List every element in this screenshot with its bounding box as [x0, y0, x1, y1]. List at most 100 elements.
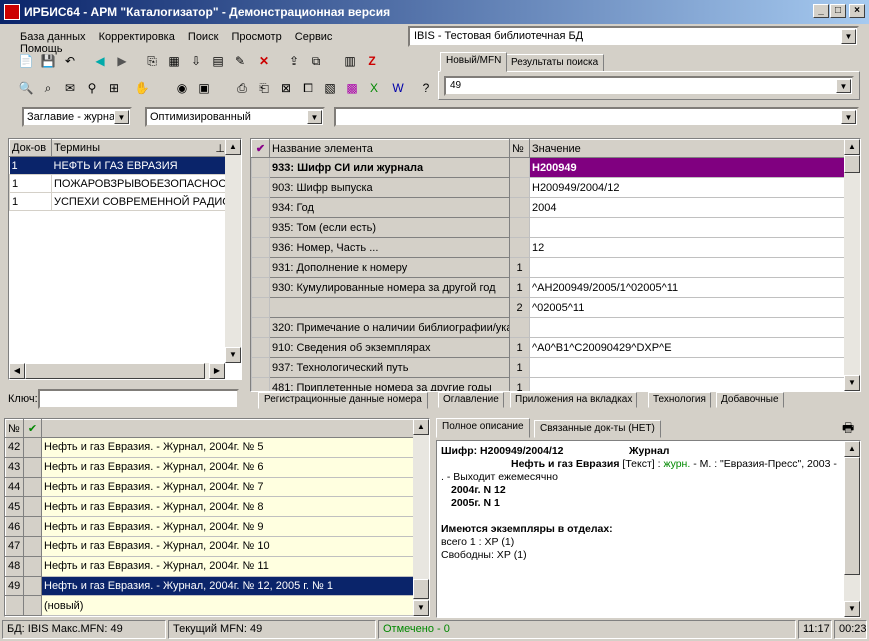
tab-search-results[interactable]: Результаты поиска	[505, 54, 605, 72]
search-query-select[interactable]: ▼	[334, 107, 859, 127]
record-mark[interactable]	[23, 535, 42, 557]
field-value[interactable]: ^02005^11	[529, 297, 845, 318]
delete-icon[interactable]: ✕	[254, 51, 274, 71]
scroll-thumb[interactable]	[413, 579, 429, 599]
forward-arrow-icon[interactable]: ▶	[112, 51, 132, 71]
help-icon[interactable]: ?	[416, 78, 436, 98]
menu-database[interactable]: База данных	[20, 31, 86, 43]
list-item[interactable]: 49 Нефть и газ Евразия. - Журнал, 2004г. …	[5, 575, 414, 597]
scroll-up-icon[interactable]: ▲	[413, 419, 429, 435]
field-value[interactable]: H200949	[529, 157, 845, 178]
edit-icon[interactable]: ✎	[230, 51, 250, 71]
tab-technology[interactable]: Технология	[648, 392, 711, 408]
field-value[interactable]: ^A0^B1^C20090429^DXP^E	[529, 337, 845, 358]
maximize-button[interactable]: □	[830, 4, 846, 18]
scroll-left-icon[interactable]: ◀	[9, 363, 25, 379]
tab-additional[interactable]: Добавочные	[716, 392, 784, 408]
dict-header-terms[interactable]: Термины ⊥	[51, 139, 228, 157]
database-select[interactable]: IBIS - Тестовая библиотечная БД ▼	[408, 26, 859, 47]
record-mark[interactable]	[23, 456, 42, 478]
print-icon[interactable]: 🖶	[842, 419, 854, 441]
list-item[interactable]: 47 Нефть и газ Евразия. - Журнал, 2004г. …	[5, 535, 414, 557]
mfn-input[interactable]: 49 ▼	[444, 76, 854, 96]
table-row[interactable]: 320: Примечание о наличии библиографии/у…	[251, 317, 845, 338]
copy-icon[interactable]: ⎘	[142, 51, 162, 71]
list-item[interactable]: 42 Нефть и газ Евразия. - Журнал, 2004г. …	[5, 437, 414, 458]
dict-hscrollbar[interactable]: ◀ ▶	[9, 363, 225, 379]
chevron-down-icon[interactable]: ▼	[841, 29, 856, 44]
print-list-icon[interactable]: ⎗	[254, 78, 274, 98]
field-value[interactable]: 12	[529, 237, 845, 258]
list-item[interactable]: 43 Нефть и газ Евразия. - Журнал, 2004г. …	[5, 456, 414, 478]
scroll-down-icon[interactable]: ▼	[413, 600, 429, 616]
checkmark-icon[interactable]: ✔	[251, 139, 270, 158]
grid-icon[interactable]: ▦	[164, 51, 184, 71]
eye-icon[interactable]: ◉	[172, 78, 192, 98]
folder-icon[interactable]: ▣	[194, 78, 214, 98]
fields-vscrollbar[interactable]: ▲ ▼	[844, 139, 860, 391]
scroll-thumb[interactable]	[844, 457, 860, 575]
table-row[interactable]: 2 ^02005^11	[251, 297, 845, 318]
mail-icon[interactable]: ✉	[60, 78, 80, 98]
fields-header-name[interactable]: Название элемента	[269, 139, 510, 158]
scroll-up-icon[interactable]: ▲	[844, 441, 860, 457]
record-mark[interactable]	[23, 476, 42, 498]
chevron-down-icon[interactable]: ▼	[114, 110, 129, 124]
list-item[interactable]: 1 УСПЕХИ СОВРЕМЕННОЙ РАДИО:	[9, 192, 228, 211]
link-icon[interactable]: ⧉	[306, 51, 326, 71]
table-row[interactable]: 936: Номер, Часть ... 12	[251, 237, 845, 258]
search-mode-select[interactable]: Оптимизированный ▼	[145, 107, 325, 127]
record-mark[interactable]	[23, 516, 42, 537]
print-form-icon[interactable]: ▧	[320, 78, 340, 98]
hand-icon[interactable]: ✋	[132, 78, 152, 98]
table-row[interactable]: 934: Год 2004	[251, 197, 845, 218]
field-value[interactable]	[529, 217, 845, 238]
table-icon[interactable]: ▤	[208, 51, 228, 71]
table-row[interactable]: 937: Технологический путь 1	[251, 357, 845, 378]
pin-icon[interactable]: ⊥	[215, 142, 225, 155]
chart-icon[interactable]: ▩	[342, 78, 362, 98]
import-icon[interactable]: ⇩	[186, 51, 206, 71]
record-mark[interactable]	[23, 437, 42, 458]
excel-icon[interactable]: X	[364, 78, 384, 98]
scroll-up-icon[interactable]: ▲	[225, 139, 241, 155]
scroll-down-icon[interactable]: ▼	[225, 347, 241, 363]
search-next-icon[interactable]: ⌕	[38, 78, 58, 98]
tab-new-mfn[interactable]: Новый/MFN	[440, 52, 508, 72]
tab-full-description[interactable]: Полное описание	[436, 418, 530, 438]
scroll-thumb[interactable]	[25, 363, 205, 379]
tree-icon[interactable]: ⊞	[104, 78, 124, 98]
table-row[interactable]: 903: Шифр выпуска H200949/2004/12	[251, 177, 845, 198]
new-doc-icon[interactable]: 📄	[16, 51, 36, 71]
list-item[interactable]: 48 Нефть и газ Евразия. - Журнал, 2004г. …	[5, 555, 414, 577]
menu-view[interactable]: Просмотр	[231, 31, 281, 43]
record-mark[interactable]	[23, 496, 42, 518]
pages-icon[interactable]: ⧠	[298, 78, 318, 98]
menu-edit[interactable]: Корректировка	[99, 31, 175, 43]
scroll-thumb[interactable]	[844, 155, 860, 173]
list-item[interactable]: 46 Нефть и газ Евразия. - Журнал, 2004г. …	[5, 516, 414, 537]
scroll-down-icon[interactable]: ▼	[844, 601, 860, 617]
minimize-button[interactable]: _	[813, 4, 829, 18]
table-row[interactable]: 930: Кумулированные номера за другой год…	[251, 277, 845, 298]
scroll-right-icon[interactable]: ▶	[209, 363, 225, 379]
dict-vscrollbar[interactable]: ▲ ▼	[225, 139, 241, 363]
tab-contents[interactable]: Оглавление	[438, 392, 504, 408]
record-mark[interactable]	[23, 575, 42, 597]
export-icon[interactable]: ⇪	[284, 51, 304, 71]
doc-icon[interactable]: W	[388, 78, 408, 98]
field-value[interactable]: H200949/2004/12	[529, 177, 845, 198]
report-icon[interactable]: ⊠	[276, 78, 296, 98]
undo-icon[interactable]: ↶	[60, 51, 80, 71]
table-row[interactable]: 933: Шифр СИ или журнала H200949	[251, 157, 845, 178]
dict-header-count[interactable]: Док-ов	[9, 139, 52, 157]
records-vscrollbar[interactable]: ▲ ▼	[413, 419, 429, 616]
field-value[interactable]	[529, 257, 845, 278]
table-row[interactable]: 931: Дополнение к номеру 1	[251, 257, 845, 278]
key-input[interactable]	[38, 389, 239, 409]
tab-registration[interactable]: Регистрационные данные номера	[258, 392, 428, 409]
print-icon[interactable]: ⎙	[232, 78, 252, 98]
list-item[interactable]: (новый)	[5, 595, 414, 616]
field-value[interactable]: 2004	[529, 197, 845, 218]
records-header-num[interactable]: №	[5, 419, 24, 438]
